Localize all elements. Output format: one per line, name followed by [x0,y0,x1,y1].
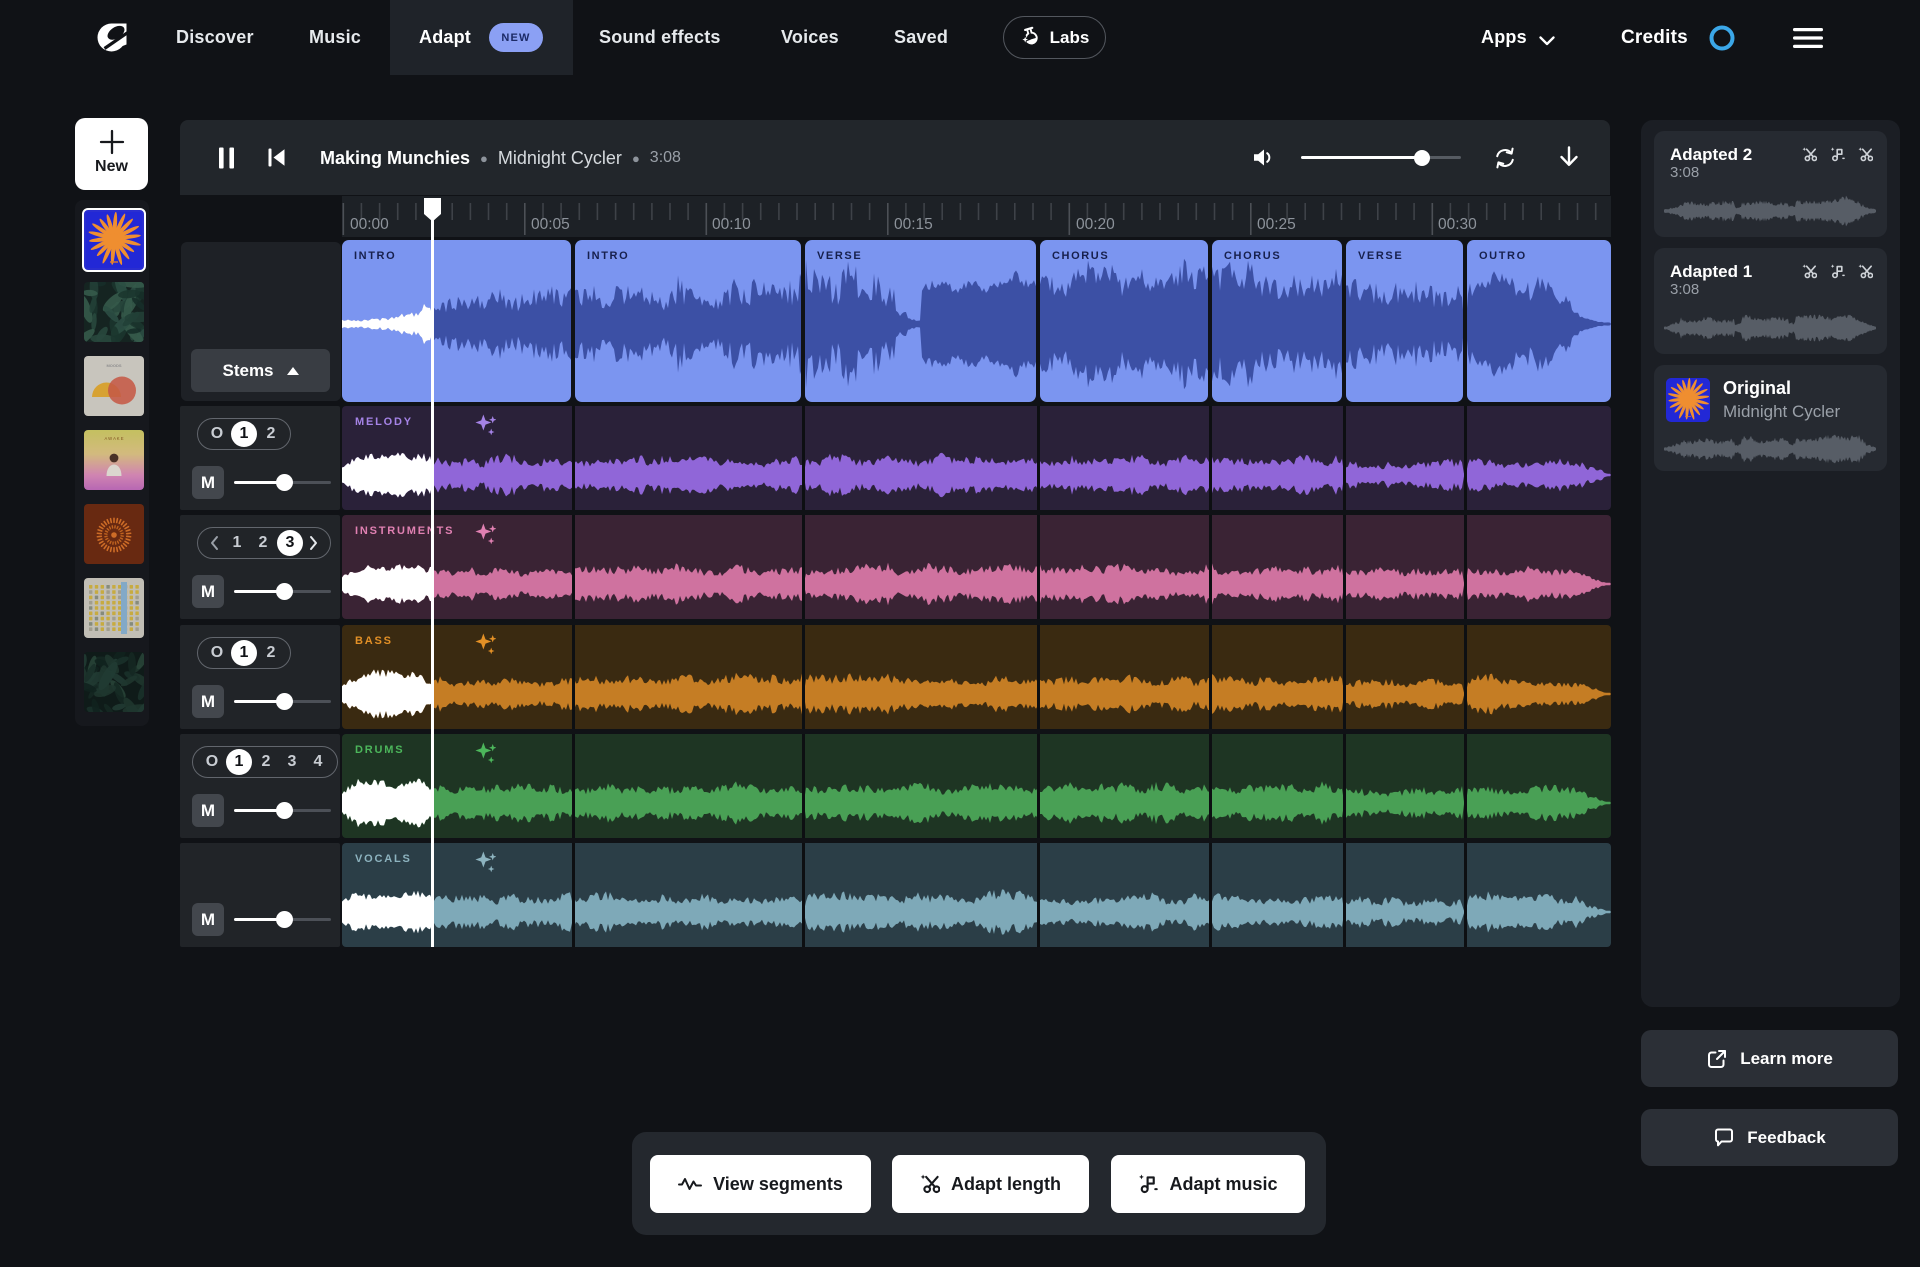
svg-text:A W A K E: A W A K E [104,436,123,441]
svg-text:MOODS: MOODS [106,363,121,368]
